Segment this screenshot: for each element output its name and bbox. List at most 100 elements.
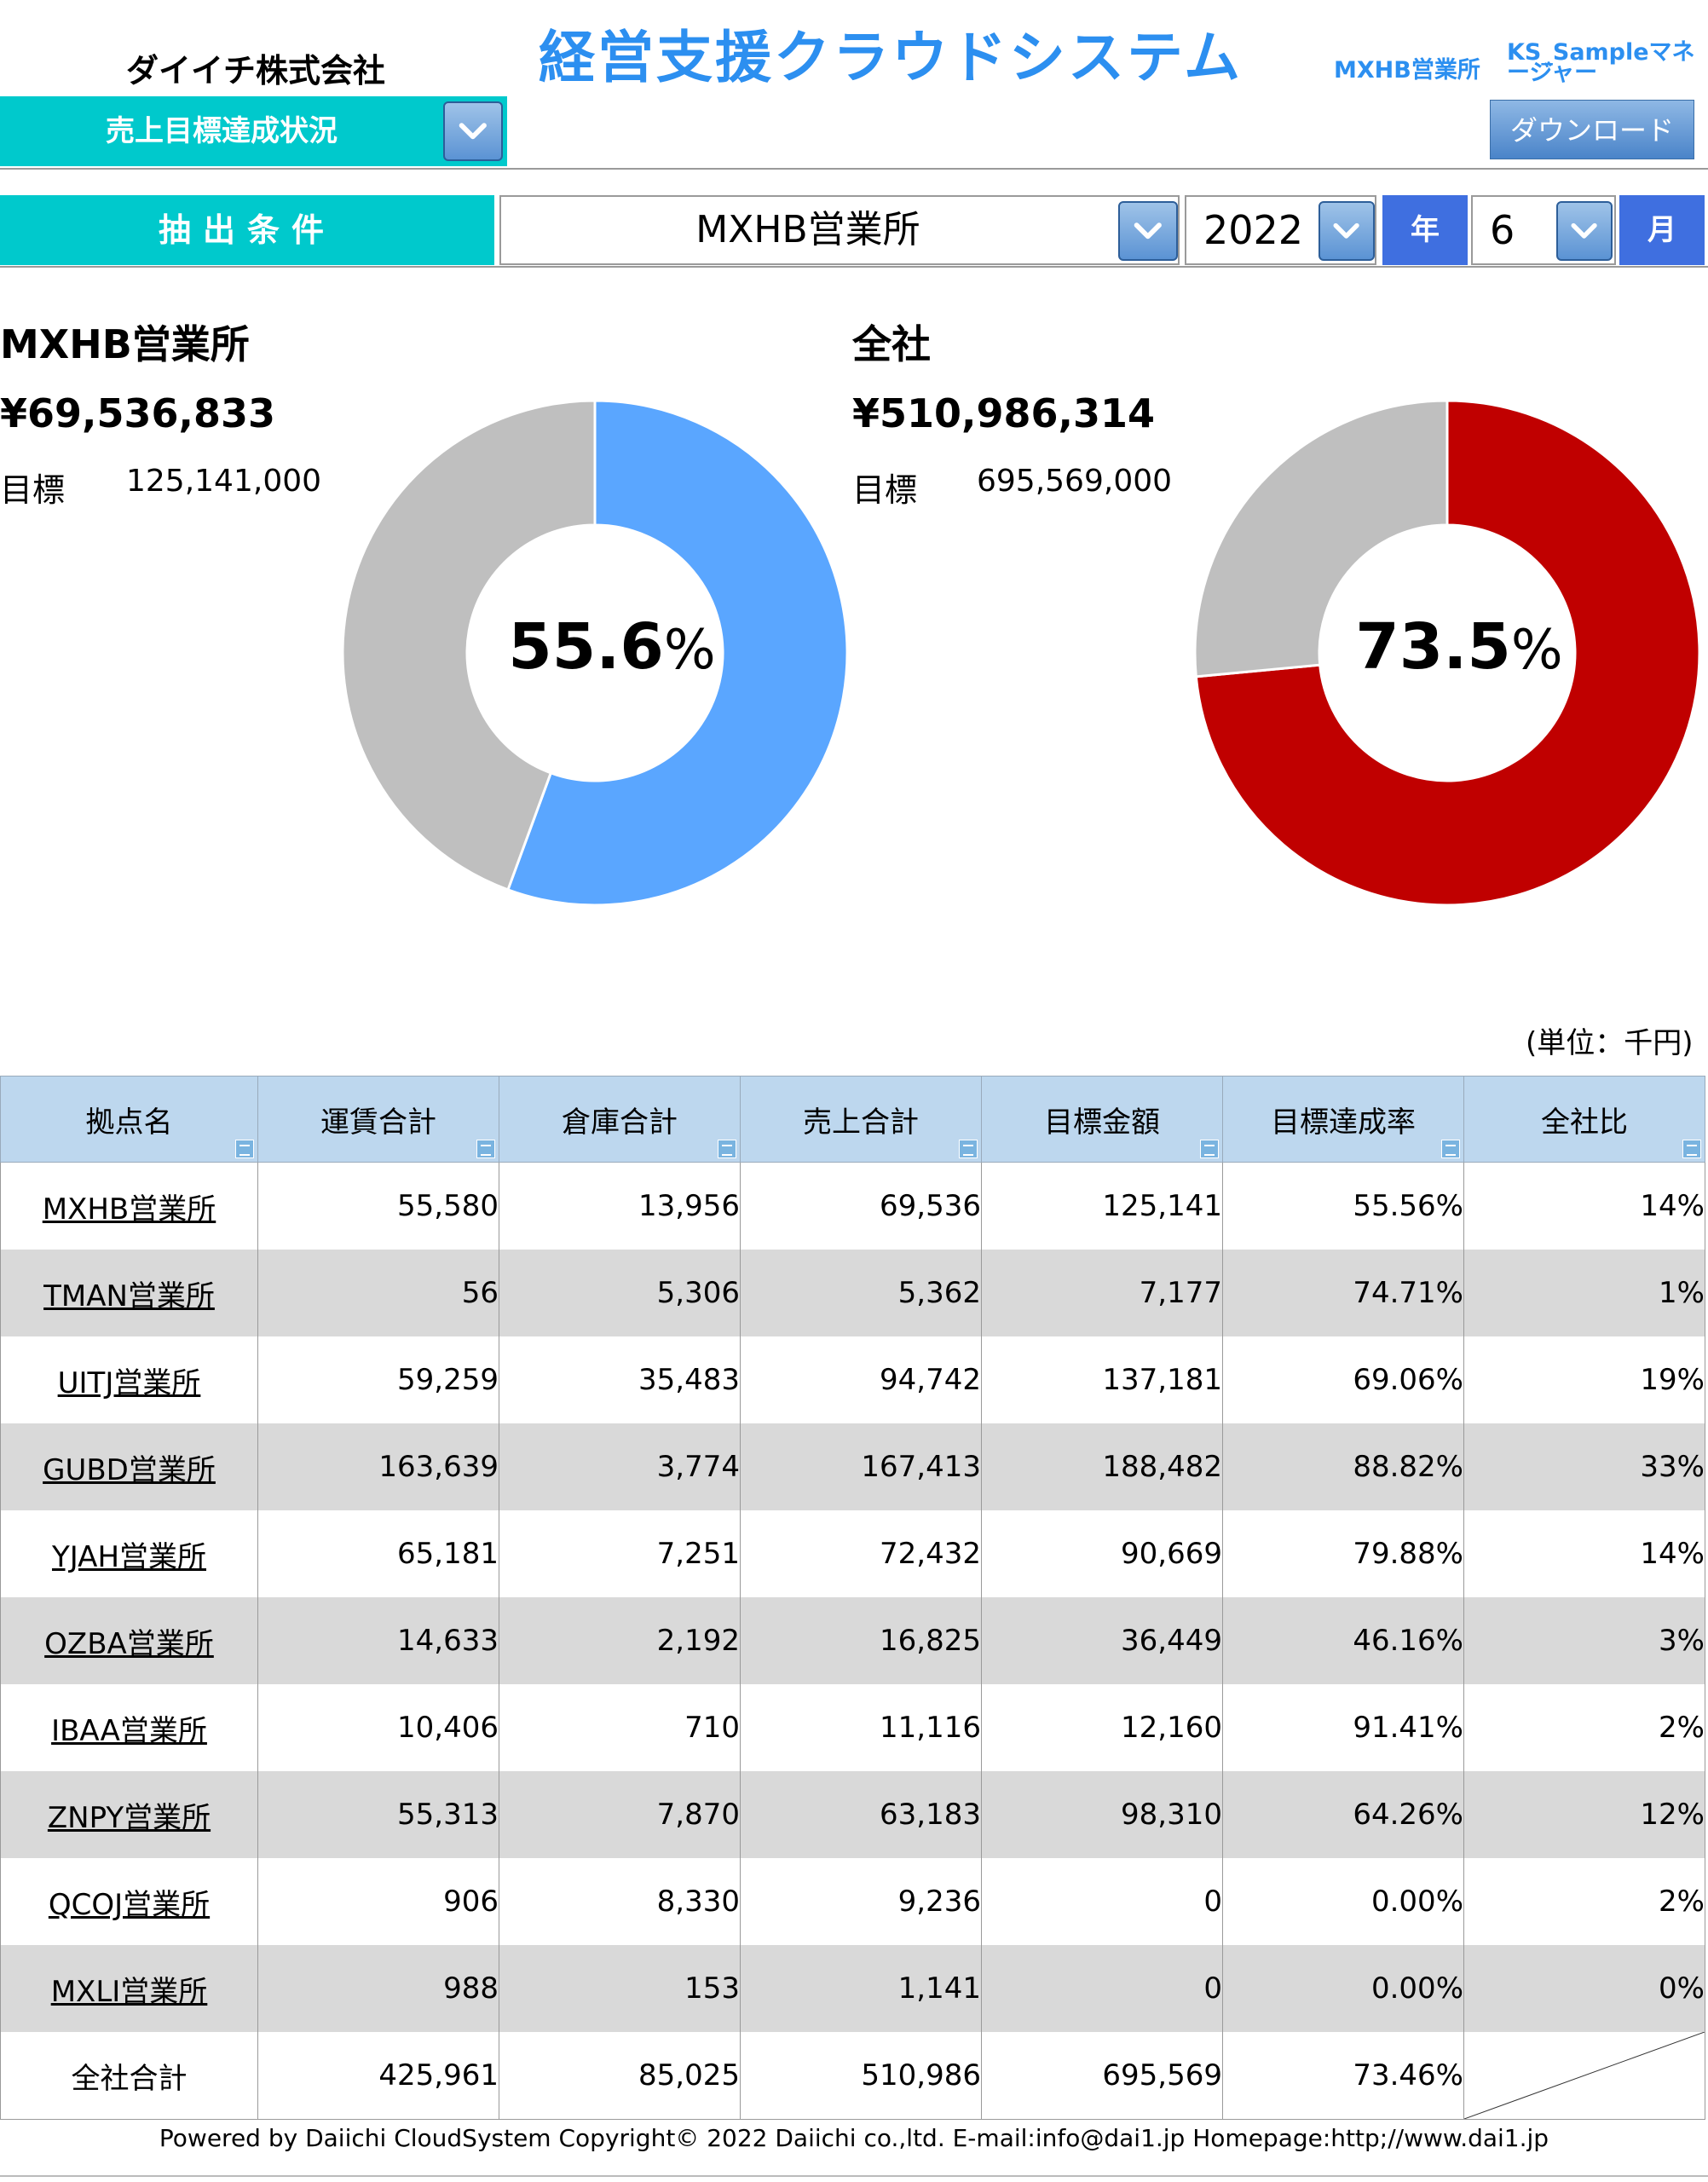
table-cell: 163,639 (257, 1423, 499, 1510)
table-row: ZNPY営業所 55,313 7,870 63,183 98,310 64.26% 12% (0, 1771, 1705, 1858)
table-cell: 56 (257, 1250, 499, 1336)
office-link[interactable]: UITJ営業所 (58, 1366, 201, 1400)
office-link[interactable]: OZBA営業所 (44, 1627, 214, 1661)
table-cell: 125,141 (981, 1162, 1223, 1250)
empty-diagonal-cell (1463, 2032, 1705, 2120)
filter-icon[interactable] (1441, 1140, 1460, 1158)
table-cell: 69.06% (1222, 1336, 1464, 1423)
menu-selector[interactable]: 売上目標達成状況 (0, 96, 507, 166)
column-header-label: 運賃合計 (320, 1105, 436, 1140)
sales-table: 拠点名 運賃合計 倉庫合計 売上合計 目標金額 目標達成率 全社比 MXHB営業… (0, 1076, 1705, 2120)
office-link-cell[interactable]: MXLI営業所 (0, 1945, 258, 2032)
table-cell: 2% (1463, 1684, 1705, 1771)
table-cell: 14% (1463, 1162, 1705, 1250)
office-rate-unit: % (663, 619, 716, 682)
table-row: IBAA営業所 10,406 710 11,116 12,160 91.41% 2% (0, 1684, 1705, 1771)
column-header[interactable]: 全社比 (1463, 1076, 1705, 1163)
office-link-cell[interactable]: YJAH営業所 (0, 1510, 258, 1597)
office-link-cell[interactable]: OZBA営業所 (0, 1597, 258, 1684)
company-name: ダイイチ株式会社 (125, 52, 385, 89)
office-link[interactable]: TMAN営業所 (43, 1279, 215, 1313)
office-link-cell[interactable]: QCOJ営業所 (0, 1858, 258, 1945)
year-unit: 年 (1382, 195, 1468, 265)
office-select[interactable]: MXHB営業所 (499, 195, 1180, 265)
chevron-down-icon (1333, 223, 1360, 239)
menu-dropdown-button[interactable] (443, 101, 503, 161)
table-header-row: 拠点名 運賃合計 倉庫合計 売上合計 目標金額 目標達成率 全社比 (0, 1076, 1705, 1163)
filter-icon[interactable] (959, 1140, 978, 1158)
office-link-cell[interactable]: UITJ営業所 (0, 1336, 258, 1423)
office-target-label: 目標 (0, 471, 66, 509)
table-cell: 0.00% (1222, 1945, 1464, 2032)
column-header[interactable]: 目標金額 (981, 1076, 1223, 1163)
total-cell: 425,961 (257, 2032, 499, 2120)
table-cell: 72,432 (740, 1510, 982, 1597)
table-cell: 0 (981, 1858, 1223, 1945)
filter-icon[interactable] (1682, 1140, 1701, 1158)
column-header[interactable]: 目標達成率 (1222, 1076, 1464, 1163)
user-name: KS_Sampleマネージャー (1507, 39, 1695, 86)
table-cell: 3% (1463, 1597, 1705, 1684)
table-row: TMAN営業所 56 5,306 5,362 7,177 74.71% 1% (0, 1250, 1705, 1336)
table-row: QCOJ営業所 906 8,330 9,236 0 0.00% 2% (0, 1858, 1705, 1945)
office-link-cell[interactable]: IBAA営業所 (0, 1684, 258, 1771)
download-button[interactable]: ダウンロード (1490, 100, 1694, 159)
table-cell: 55,580 (257, 1162, 499, 1250)
column-header[interactable]: 売上合計 (740, 1076, 982, 1163)
office-link[interactable]: MXLI営業所 (51, 1975, 208, 2009)
column-header[interactable]: 拠点名 (0, 1076, 258, 1163)
office-link[interactable]: YJAH営業所 (52, 1540, 206, 1574)
table-cell: 11,116 (740, 1684, 982, 1771)
filter-icon[interactable] (1200, 1140, 1219, 1158)
table-cell: 9,236 (740, 1858, 982, 1945)
office-link-cell[interactable]: GUBD営業所 (0, 1423, 258, 1510)
table-cell: 10,406 (257, 1684, 499, 1771)
table-cell: 63,183 (740, 1771, 982, 1858)
company-summary-name: 全社 (852, 321, 931, 367)
table-cell: 69,536 (740, 1162, 982, 1250)
table-cell: 91.41% (1222, 1684, 1464, 1771)
company-donut-center-label: 73.5% (1289, 610, 1630, 684)
table-cell: 13,956 (499, 1162, 741, 1250)
table-cell: 0.00% (1222, 1858, 1464, 1945)
office-link-cell[interactable]: MXHB営業所 (0, 1162, 258, 1250)
column-header[interactable]: 倉庫合計 (499, 1076, 741, 1163)
filter-icon[interactable] (235, 1140, 254, 1158)
year-select[interactable]: 2022 (1185, 195, 1376, 265)
office-link[interactable]: ZNPY営業所 (48, 1801, 211, 1835)
table-total-row: 全社合計 425,961 85,025 510,986 695,569 73.46% (0, 2032, 1705, 2120)
table-cell: 7,177 (981, 1250, 1223, 1336)
office-dropdown-button[interactable] (1118, 201, 1178, 261)
table-cell: 906 (257, 1858, 499, 1945)
column-header[interactable]: 運賃合計 (257, 1076, 499, 1163)
office-link-cell[interactable]: TMAN営業所 (0, 1250, 258, 1336)
table-cell: 2,192 (499, 1597, 741, 1684)
month-dropdown-button[interactable] (1556, 201, 1613, 261)
table-cell: 0% (1463, 1945, 1705, 2032)
filter-label: 抽出条件 (0, 195, 494, 265)
company-summary-amount: ¥510,986,314 (852, 390, 1156, 436)
table-cell: 5,306 (499, 1250, 741, 1336)
office-link[interactable]: IBAA営業所 (51, 1714, 207, 1748)
month-select[interactable]: 6 (1471, 195, 1616, 265)
office-summary-amount: ¥69,536,833 (0, 390, 276, 436)
total-label: 全社合計 (0, 2032, 258, 2120)
table-cell: 90,669 (981, 1510, 1223, 1597)
total-cell: 510,986 (740, 2032, 982, 2120)
table-cell: 7,870 (499, 1771, 741, 1858)
office-link[interactable]: GUBD営業所 (43, 1453, 216, 1487)
filter-icon[interactable] (476, 1140, 495, 1158)
table-cell: 65,181 (257, 1510, 499, 1597)
table-cell: 14,633 (257, 1597, 499, 1684)
office-link-cell[interactable]: ZNPY営業所 (0, 1771, 258, 1858)
office-link[interactable]: QCOJ営業所 (49, 1888, 210, 1922)
year-dropdown-button[interactable] (1319, 201, 1375, 261)
table-cell: 19% (1463, 1336, 1705, 1423)
filter-icon[interactable] (718, 1140, 736, 1158)
total-cell: 695,569 (981, 2032, 1223, 2120)
table-cell: 167,413 (740, 1423, 982, 1510)
table-cell: 12,160 (981, 1684, 1223, 1771)
table-row: YJAH営業所 65,181 7,251 72,432 90,669 79.88% 14% (0, 1510, 1705, 1597)
office-link[interactable]: MXHB営業所 (43, 1192, 216, 1227)
table-cell: 988 (257, 1945, 499, 2032)
